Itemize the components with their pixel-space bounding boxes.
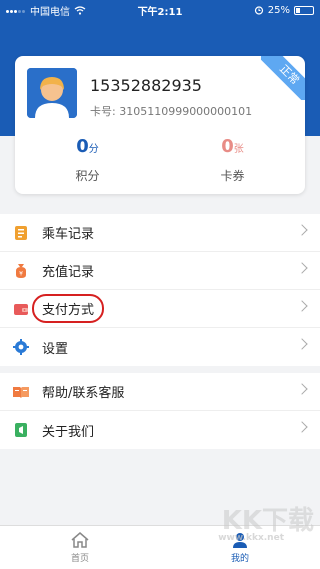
- menu-item-help[interactable]: 帮助/联系客服: [0, 373, 320, 411]
- status-badge: 正常: [261, 56, 305, 100]
- menu-group-records: 乘车记录 ¥ 充值记录 支付方式 设置: [0, 214, 320, 366]
- about-icon: [15, 423, 27, 437]
- phone-number: 15352882935: [90, 76, 202, 95]
- coupons-value: 0: [221, 136, 234, 157]
- tab-label-mine: 我的: [230, 554, 249, 564]
- chevron-right-icon: [296, 383, 308, 395]
- menu-label-recharge-records: 充值记录: [42, 265, 95, 280]
- coupons-label: 卡券: [220, 169, 245, 183]
- coupons-stat[interactable]: 0张 卡券: [160, 136, 305, 184]
- menu-label-settings: 设置: [42, 341, 69, 357]
- coupons-unit: 张: [233, 144, 244, 155]
- menu-label-ride-records: 乘车记录: [42, 227, 95, 242]
- watermark: KK下载: [221, 506, 314, 536]
- chevron-right-icon: [296, 300, 308, 312]
- points-label: 积分: [75, 169, 100, 183]
- points-value: 0: [76, 136, 89, 157]
- clock: 下午2:11: [137, 6, 183, 18]
- menu-item-recharge-records[interactable]: ¥ 充值记录: [0, 252, 320, 290]
- recharge-bag-icon: ¥: [16, 263, 26, 278]
- card-number: 卡号: 3105110999000000101: [90, 105, 253, 118]
- menu-item-settings[interactable]: 设置: [0, 328, 320, 366]
- help-book-icon: [13, 386, 29, 398]
- tab-label-home: 首页: [70, 554, 89, 564]
- menu-item-payment-method[interactable]: 支付方式: [0, 290, 320, 328]
- menu-label-payment-method: 支付方式: [32, 294, 105, 323]
- menu-label-help: 帮助/联系客服: [42, 386, 125, 401]
- status-bar: 中国电信 下午2:11 25%: [0, 0, 320, 20]
- user-avatar-icon: [27, 68, 77, 118]
- points-stat[interactable]: 0分 积分: [15, 136, 160, 184]
- menu-group-help: 帮助/联系客服 关于我们: [0, 373, 320, 449]
- chevron-right-icon: [296, 421, 308, 433]
- menu-label-about: 关于我们: [42, 424, 95, 440]
- signal-icon: [6, 5, 26, 16]
- chevron-right-icon: [296, 338, 308, 350]
- home-icon: [71, 532, 89, 548]
- tab-home[interactable]: 首页: [0, 526, 160, 569]
- svg-text:¥: ¥: [19, 270, 23, 277]
- carrier-label: 中国电信: [30, 6, 70, 18]
- points-unit: 分: [88, 144, 99, 155]
- watermark-url: www.kkx.net: [218, 533, 284, 543]
- menu-item-ride-records[interactable]: 乘车记录: [0, 214, 320, 252]
- battery-icon: [294, 5, 314, 15]
- wallet-icon: [14, 303, 28, 315]
- gear-icon: [13, 339, 29, 355]
- alarm-icon: [254, 6, 263, 15]
- avatar[interactable]: [27, 68, 77, 118]
- ride-record-icon: [15, 225, 27, 240]
- chevron-right-icon: [296, 262, 308, 274]
- menu-item-about[interactable]: 关于我们: [0, 411, 320, 449]
- battery-percent: 25%: [267, 4, 290, 16]
- account-card: 15352882935 卡号: 3105110999000000101 正常 0…: [15, 56, 305, 194]
- status-ribbon: 正常: [261, 56, 305, 100]
- wifi-icon: [74, 5, 86, 15]
- chevron-right-icon: [296, 224, 308, 236]
